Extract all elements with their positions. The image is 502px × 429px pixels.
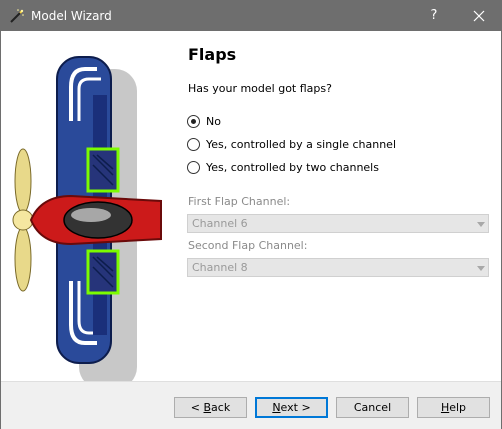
magic-wand-icon: [10, 9, 24, 23]
first-flap-select[interactable]: Channel 6: [187, 214, 489, 233]
option-single-channel[interactable]: Yes, controlled by a single channel: [187, 136, 396, 152]
back-button[interactable]: < Back: [174, 397, 247, 418]
chevron-down-icon: [477, 222, 485, 227]
page-question: Has your model got flaps?: [188, 82, 332, 95]
back-rest: ack: [211, 401, 231, 414]
chevron-down-icon: [477, 266, 485, 271]
airplane-illustration: [12, 56, 162, 389]
help-rest: elp: [449, 401, 467, 414]
button-bar: < Back Next > Cancel Help: [1, 381, 501, 429]
flap-bottom: [86, 249, 120, 295]
close-icon: [473, 10, 485, 22]
window-title: Model Wizard: [31, 9, 112, 23]
first-flap-value: Channel 6: [192, 217, 248, 230]
next-suffix: >: [297, 401, 311, 414]
option-single-channel-label: Yes, controlled by a single channel: [206, 137, 396, 151]
help-button[interactable]: Help: [417, 397, 490, 418]
next-button[interactable]: Next >: [255, 397, 328, 418]
radio-two-channels[interactable]: [187, 160, 200, 174]
option-two-channels[interactable]: Yes, controlled by two channels: [187, 159, 379, 175]
wizard-page: Flaps Has your model got flaps? No Yes, …: [1, 31, 501, 389]
second-flap-value: Channel 8: [192, 261, 248, 274]
model-wizard-window: Model Wizard ? Flaps Has your model got …: [0, 0, 502, 429]
cancel-button[interactable]: Cancel: [336, 397, 409, 418]
next-rest: ext: [280, 401, 298, 414]
second-flap-label: Second Flap Channel:: [188, 239, 308, 252]
back-prefix: <: [190, 401, 204, 414]
help-mnemonic: H: [440, 401, 450, 414]
flap-top: [86, 147, 120, 193]
first-flap-label: First Flap Channel:: [188, 195, 291, 208]
radio-no[interactable]: [187, 114, 200, 128]
close-button[interactable]: [457, 1, 501, 31]
title-help-button[interactable]: ?: [411, 1, 457, 31]
radio-single-channel[interactable]: [187, 137, 200, 151]
title-bar[interactable]: Model Wizard ?: [1, 1, 501, 31]
back-mnemonic: B: [203, 401, 212, 414]
propeller-bottom: [14, 226, 32, 292]
option-no[interactable]: No: [187, 113, 221, 129]
second-flap-select[interactable]: Channel 8: [187, 258, 489, 277]
propeller-top: [14, 148, 32, 214]
next-mnemonic: N: [272, 401, 281, 414]
page-title: Flaps: [188, 45, 237, 64]
option-two-channels-label: Yes, controlled by two channels: [206, 160, 379, 174]
option-no-label: No: [206, 114, 221, 128]
